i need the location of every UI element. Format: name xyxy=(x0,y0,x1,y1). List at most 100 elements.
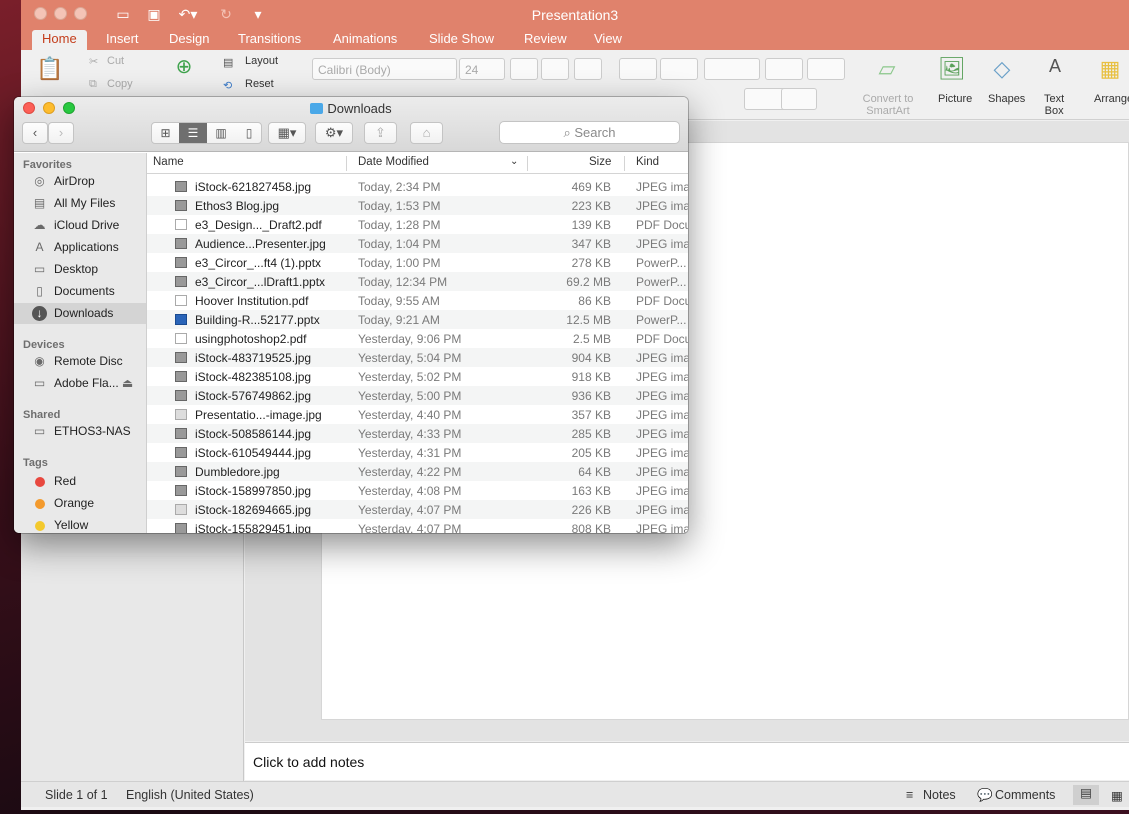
decrease-font-button[interactable] xyxy=(541,58,569,80)
file-row[interactable]: iStock-482385108.jpg Yesterday, 5:02 PM 91… xyxy=(147,367,688,386)
tab-review[interactable]: Review xyxy=(514,30,577,50)
cut-button[interactable]: Cut xyxy=(107,55,124,67)
sidebar-item-favorite[interactable]: ▭ Desktop xyxy=(14,259,146,280)
sidebar-item-favorite[interactable]: ☁ iCloud Drive xyxy=(14,215,146,236)
file-date-modified: Yesterday, 4:33 PM xyxy=(358,427,462,441)
copy-icon[interactable]: ⧉ xyxy=(89,78,97,91)
tab-design[interactable]: Design xyxy=(159,30,219,50)
action-gear-icon[interactable]: ⚙▾ xyxy=(315,122,353,144)
notes-placeholder[interactable]: Click to add notes xyxy=(253,754,364,770)
normal-view-icon[interactable]: ▤ xyxy=(1073,785,1099,805)
column-header-size[interactable]: Size xyxy=(589,156,611,168)
language-indicator[interactable]: English (United States) xyxy=(126,788,254,802)
bullets-button[interactable] xyxy=(619,58,657,80)
file-row[interactable]: iStock-576749862.jpg Yesterday, 5:00 PM 93… xyxy=(147,386,688,405)
file-row[interactable]: e3_Design..._Draft2.pdf Today, 1:28 PM 139… xyxy=(147,215,688,234)
search-input[interactable]: ⌕ Search xyxy=(499,121,680,144)
comments-icon[interactable]: 💬 xyxy=(977,788,993,803)
file-row[interactable]: iStock-610549444.jpg Yesterday, 4:31 PM 20… xyxy=(147,443,688,462)
sidebar-item-tag[interactable]: Orange xyxy=(14,493,146,514)
sidebar-item-device[interactable]: ◉ Remote Disc xyxy=(14,351,146,372)
align-text-button[interactable] xyxy=(781,88,817,110)
convert-smartart-button[interactable]: Convert to SmartArt xyxy=(857,93,919,117)
file-row[interactable]: e3_Circor_...lDraft1.pptx Today, 12:34 PM… xyxy=(147,272,688,291)
increase-font-button[interactable] xyxy=(510,58,538,80)
cut-icon[interactable]: ✂ xyxy=(89,55,98,68)
list-header: Name Date Modified ⌄ Size Kind xyxy=(147,153,688,174)
column-header-date[interactable]: Date Modified xyxy=(358,156,429,168)
forward-button[interactable]: › xyxy=(48,122,74,144)
list-view-icon[interactable]: ☰ xyxy=(179,123,207,143)
column-divider[interactable] xyxy=(346,156,347,171)
notes-icon[interactable]: ≡ xyxy=(906,788,913,802)
file-row[interactable]: Building-R...52177.pptx Today, 9:21 AM 12.… xyxy=(147,310,688,329)
file-row[interactable]: iStock-182694665.jpg Yesterday, 4:07 PM 22… xyxy=(147,500,688,519)
text-box-icon[interactable]: A xyxy=(1040,56,1070,86)
tab-insert[interactable]: Insert xyxy=(96,30,149,50)
new-slide-icon[interactable]: ⊕ xyxy=(169,54,199,84)
sidebar-item-tag[interactable]: Red xyxy=(14,471,146,492)
sidebar-item-favorite[interactable]: ▯ Documents xyxy=(14,281,146,302)
tab-transitions[interactable]: Transitions xyxy=(228,30,311,50)
file-row[interactable]: iStock-508586144.jpg Yesterday, 4:33 PM 28… xyxy=(147,424,688,443)
clear-format-button[interactable] xyxy=(574,58,602,80)
icon-view-icon[interactable]: ⊞ xyxy=(152,123,179,143)
layout-button[interactable]: Layout xyxy=(245,55,278,67)
column-view-icon[interactable]: ▥ xyxy=(207,123,235,143)
text-box-button[interactable]: Text Box xyxy=(1044,93,1064,117)
sidebar-item-shared[interactable]: ▭ ETHOS3-NAS xyxy=(14,421,146,442)
line-spacing-button[interactable] xyxy=(765,58,803,80)
file-row[interactable]: iStock-621827458.jpg Today, 2:34 PM 469 KB… xyxy=(147,177,688,196)
sidebar-item-favorite[interactable]: ▤ All My Files xyxy=(14,193,146,214)
notes-pane[interactable]: Click to add notes xyxy=(245,742,1129,780)
tab-slide-show[interactable]: Slide Show xyxy=(419,30,504,50)
file-row[interactable]: Ethos3 Blog.jpg Today, 1:53 PM 223 KB JPEG … xyxy=(147,196,688,215)
notes-button[interactable]: Notes xyxy=(923,788,956,802)
slide-sorter-icon[interactable]: ▦ xyxy=(1111,788,1123,803)
cover-flow-icon[interactable]: ▯ xyxy=(235,123,261,143)
tab-home[interactable]: Home xyxy=(32,30,87,50)
picture-button[interactable]: Picture xyxy=(938,93,972,105)
column-divider[interactable] xyxy=(527,156,528,171)
tag-icon[interactable]: ⌂ xyxy=(410,122,443,144)
font-size-select[interactable]: 24 xyxy=(459,58,505,80)
tab-view[interactable]: View xyxy=(584,30,632,50)
column-header-kind[interactable]: Kind xyxy=(636,156,659,168)
eject-icon[interactable]: ⏏ xyxy=(120,376,135,391)
tab-animations[interactable]: Animations xyxy=(323,30,407,50)
share-icon[interactable]: ⇪ xyxy=(364,122,397,144)
arrange-menu-icon[interactable]: ▦▾ xyxy=(268,122,306,144)
sidebar-item-tag[interactable]: Yellow xyxy=(14,515,146,533)
column-header-name[interactable]: Name xyxy=(153,156,184,168)
sidebar-item-device[interactable]: ▭ Adobe Fla... ⏏ xyxy=(14,373,146,394)
file-row[interactable]: iStock-158997850.jpg Yesterday, 4:08 PM 16… xyxy=(147,481,688,500)
reset-button[interactable]: Reset xyxy=(245,78,274,90)
font-name-select[interactable]: Calibri (Body) xyxy=(312,58,457,80)
back-button[interactable]: ‹ xyxy=(22,122,48,144)
file-row[interactable]: Presentatio...-image.jpg Yesterday, 4:40 … xyxy=(147,405,688,424)
shapes-button[interactable]: Shapes xyxy=(988,93,1025,105)
sidebar-item-favorite[interactable]: ↓ Downloads xyxy=(14,303,146,324)
file-row[interactable]: iStock-483719525.jpg Yesterday, 5:04 PM 90… xyxy=(147,348,688,367)
file-row[interactable]: Audience...Presenter.jpg Today, 1:04 PM 34… xyxy=(147,234,688,253)
column-divider[interactable] xyxy=(624,156,625,171)
file-row[interactable]: usingphotoshop2.pdf Yesterday, 9:06 PM 2.5… xyxy=(147,329,688,348)
shapes-icon[interactable]: ◇ xyxy=(987,56,1017,86)
sort-chevron-icon[interactable]: ⌄ xyxy=(510,156,518,167)
paste-icon[interactable]: 📋 xyxy=(35,56,65,86)
file-row[interactable]: Dumbledore.jpg Yesterday, 4:22 PM 64 KB JPE… xyxy=(147,462,688,481)
file-row[interactable]: Hoover Institution.pdf Today, 9:55 AM 86 K… xyxy=(147,291,688,310)
columns-button[interactable] xyxy=(807,58,845,80)
sidebar-item-favorite[interactable]: A Applications xyxy=(14,237,146,258)
picture-icon[interactable]: 🖼 xyxy=(937,56,967,86)
arrange-icon[interactable]: ▦ xyxy=(1095,56,1125,86)
smartart-icon[interactable]: ▱ xyxy=(867,56,907,84)
file-row[interactable]: iStock-155829451.jpg Yesterday, 4:07 PM 80… xyxy=(147,519,688,533)
sidebar-item-favorite[interactable]: ◎ AirDrop xyxy=(14,171,146,192)
numbering-button[interactable] xyxy=(660,58,698,80)
arrange-button[interactable]: Arrange xyxy=(1094,93,1129,105)
file-row[interactable]: e3_Circor_...ft4 (1).pptx Today, 1:00 PM 2… xyxy=(147,253,688,272)
indent-buttons[interactable] xyxy=(704,58,760,80)
comments-button[interactable]: Comments xyxy=(995,788,1055,802)
copy-button[interactable]: Copy xyxy=(107,78,133,90)
